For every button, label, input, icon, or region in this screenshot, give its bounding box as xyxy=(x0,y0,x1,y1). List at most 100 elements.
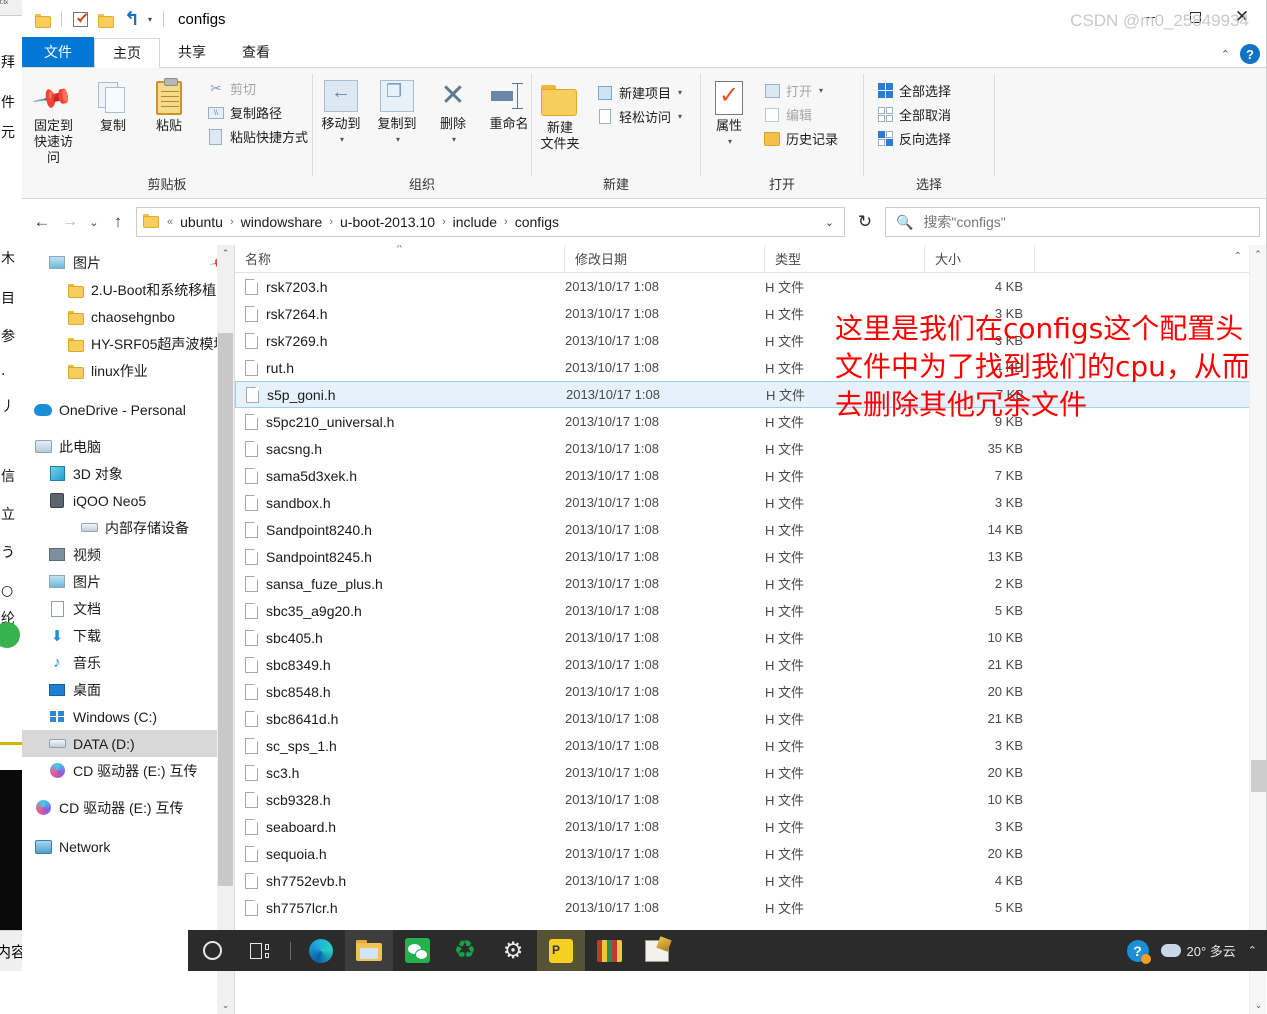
table-row[interactable]: sbc35_a9g20.h2013/10/17 1:08H 文件5 KB xyxy=(235,597,1266,624)
chevron-down-icon[interactable]: ▾ xyxy=(819,86,823,95)
edge-icon[interactable] xyxy=(297,930,345,971)
table-row[interactable]: Sandpoint8240.h2013/10/17 1:08H 文件14 KB xyxy=(235,516,1266,543)
recent-locations-button[interactable]: ⌄ xyxy=(84,208,104,236)
breadcrumb-separator[interactable]: › xyxy=(226,216,238,228)
chevron-down-icon[interactable]: ▾ xyxy=(728,134,732,150)
table-row[interactable]: sbc8641d.h2013/10/17 1:08H 文件21 KB xyxy=(235,705,1266,732)
nav-item-internal-storage[interactable]: 内部存储设备 xyxy=(22,514,234,541)
wechat-icon[interactable] xyxy=(393,930,441,971)
nav-item-pictures[interactable]: 图片 xyxy=(22,568,234,595)
nav-item-downloads[interactable]: ⬇ 下载 xyxy=(22,622,234,649)
undo-arrow-icon[interactable]: ↰ xyxy=(119,6,145,32)
nav-item-windows-c[interactable]: Windows (C:) xyxy=(22,703,234,730)
breadcrumb-separator[interactable]: › xyxy=(325,216,337,228)
nav-item-pictures-quickaccess[interactable]: 图片 📌 xyxy=(22,249,234,276)
nav-item-documents[interactable]: 文档 xyxy=(22,595,234,622)
table-row[interactable]: s5pc210_universal.h2013/10/17 1:08H 文件9 … xyxy=(235,408,1266,435)
nav-item-desktop[interactable]: 桌面 xyxy=(22,676,234,703)
table-row[interactable]: sc3.h2013/10/17 1:08H 文件20 KB xyxy=(235,759,1266,786)
open-button[interactable]: 打开 ▾ xyxy=(759,80,842,101)
chevron-up-icon[interactable]: ⌃ xyxy=(1234,251,1242,262)
table-row[interactable]: Sandpoint8245.h2013/10/17 1:08H 文件13 KB xyxy=(235,543,1266,570)
table-row[interactable]: sandbox.h2013/10/17 1:08H 文件3 KB xyxy=(235,489,1266,516)
cortana-icon[interactable] xyxy=(188,930,236,971)
rename-button[interactable]: 重命名 xyxy=(481,76,537,132)
properties-button[interactable]: 属性 ▾ xyxy=(701,76,757,150)
scroll-down-icon[interactable]: ⌄ xyxy=(1250,996,1266,1014)
scroll-down-icon[interactable]: ⌄ xyxy=(217,997,234,1014)
chevron-down-icon[interactable]: ▾ xyxy=(340,132,344,148)
winrar-icon[interactable] xyxy=(585,930,633,971)
copy-button[interactable]: 复制 xyxy=(85,76,141,134)
chevron-down-icon[interactable]: ▾ xyxy=(678,88,682,97)
folder-icon[interactable] xyxy=(30,6,56,32)
breadcrumb-item-configs[interactable]: configs xyxy=(512,214,562,230)
help-icon[interactable]: ? xyxy=(1127,940,1149,962)
pdf-reader-icon[interactable] xyxy=(537,930,585,971)
nav-item-hysrf05[interactable]: HY-SRF05超声波模块 xyxy=(22,330,234,357)
table-row[interactable]: sacsng.h2013/10/17 1:08H 文件35 KB xyxy=(235,435,1266,462)
table-row[interactable]: sbc405.h2013/10/17 1:08H 文件10 KB xyxy=(235,624,1266,651)
pin-to-quick-access-button[interactable]: 📌 固定到 快速访问 xyxy=(22,76,85,166)
notepad-icon[interactable] xyxy=(633,930,681,971)
table-row[interactable]: scb9328.h2013/10/17 1:08H 文件10 KB xyxy=(235,786,1266,813)
table-row[interactable]: rsk7269.h2013/10/17 1:08H 文件3 KB xyxy=(235,327,1266,354)
paste-shortcut-button[interactable]: 粘贴快捷方式 xyxy=(203,126,312,147)
table-row[interactable]: s5p_goni.h2013/10/17 1:08H 文件7 KB xyxy=(235,381,1266,408)
show-hidden-icons-icon[interactable]: ⌃ xyxy=(1248,944,1257,957)
forward-button[interactable]: → xyxy=(56,208,84,236)
delete-button[interactable]: ✕ 删除 ▾ xyxy=(425,76,481,148)
tab-file[interactable]: 文件 xyxy=(22,37,94,67)
column-header-type[interactable]: 类型 xyxy=(765,245,925,273)
settings-gear-icon[interactable]: ⚙ xyxy=(489,930,537,971)
chevron-up-icon[interactable]: ⌃ xyxy=(1221,48,1230,61)
chevron-down-icon[interactable]: ▾ xyxy=(452,132,456,148)
table-row[interactable]: rsk7203.h2013/10/17 1:08H 文件4 KB xyxy=(235,273,1266,300)
breadcrumb-item-ubuntu[interactable]: ubuntu xyxy=(177,214,226,230)
search-input[interactable]: 🔍 搜索"configs" xyxy=(885,207,1260,237)
new-folder-icon[interactable] xyxy=(93,6,119,32)
breadcrumb-item-windowshare[interactable]: windowshare xyxy=(238,214,326,230)
chevron-down-icon[interactable]: ⌄ xyxy=(825,216,840,229)
column-header-size[interactable]: 大小 xyxy=(925,245,1035,273)
paste-button[interactable]: 粘贴 xyxy=(141,76,197,134)
nav-item-music[interactable]: ♪ 音乐 xyxy=(22,649,234,676)
tab-view[interactable]: 查看 xyxy=(224,37,288,67)
invert-selection-button[interactable]: 反向选择 xyxy=(872,128,955,149)
copy-path-button[interactable]: \\ 复制路径 xyxy=(203,102,312,123)
table-row[interactable]: sbc8548.h2013/10/17 1:08H 文件20 KB xyxy=(235,678,1266,705)
select-all-button[interactable]: 全部选择 xyxy=(872,80,955,101)
file-explorer-icon[interactable] xyxy=(345,930,393,971)
history-button[interactable]: 历史记录 xyxy=(759,128,842,149)
easy-access-button[interactable]: 轻松访问 ▾ xyxy=(592,106,686,127)
column-header-date[interactable]: 修改日期 xyxy=(565,245,765,273)
task-view-icon[interactable] xyxy=(236,930,284,971)
table-row[interactable]: seaboard.h2013/10/17 1:08H 文件3 KB xyxy=(235,813,1266,840)
edit-button[interactable]: 编辑 xyxy=(759,104,842,125)
new-folder-button[interactable]: 新建 文件夹 xyxy=(532,76,588,152)
table-row[interactable]: sh7757lcr.h2013/10/17 1:08H 文件5 KB xyxy=(235,894,1266,921)
recycle-icon[interactable]: ♻ xyxy=(441,930,489,971)
breadcrumb-separator[interactable]: › xyxy=(500,216,512,228)
nav-item-iqoo-neo5[interactable]: iQOO Neo5 xyxy=(22,487,234,514)
nav-item-videos[interactable]: 视频 xyxy=(22,541,234,568)
chevron-down-icon[interactable]: ▾ xyxy=(396,132,400,148)
refresh-button[interactable]: ↻ xyxy=(849,207,881,237)
scroll-up-icon[interactable]: ⌃ xyxy=(217,245,234,262)
chevron-down-icon[interactable]: ▾ xyxy=(145,15,158,24)
background-window-strip[interactable]: t.tx 拜 件 元 木 目 参 · 丿 信 立 う ○ 纶 xyxy=(0,0,22,930)
nav-item-onedrive[interactable]: OneDrive - Personal xyxy=(22,396,234,423)
scrollbar-thumb[interactable] xyxy=(1251,760,1266,792)
table-row[interactable]: sansa_fuze_plus.h2013/10/17 1:08H 文件2 KB xyxy=(235,570,1266,597)
nav-item-3d-objects[interactable]: 3D 对象 xyxy=(22,460,234,487)
checkbox-icon[interactable] xyxy=(67,6,93,32)
breadcrumb-item-include[interactable]: include xyxy=(450,214,500,230)
nav-item-cd-drive-e-root[interactable]: CD 驱动器 (E:) 互传 xyxy=(22,794,234,821)
chevron-down-icon[interactable]: ▾ xyxy=(678,112,682,121)
navigation-scrollbar[interactable]: ⌃ ⌄ xyxy=(217,245,234,1014)
table-row[interactable]: rsk7264.h2013/10/17 1:08H 文件3 KB xyxy=(235,300,1266,327)
scroll-up-icon[interactable]: ⌃ xyxy=(1250,245,1266,263)
table-row[interactable]: sequoia.h2013/10/17 1:08H 文件20 KB xyxy=(235,840,1266,867)
nav-item-uboot-folder[interactable]: 2.U-Boot和系统移植实战 xyxy=(22,276,234,303)
nav-item-cd-drive-e[interactable]: CD 驱动器 (E:) 互传 xyxy=(22,757,234,784)
